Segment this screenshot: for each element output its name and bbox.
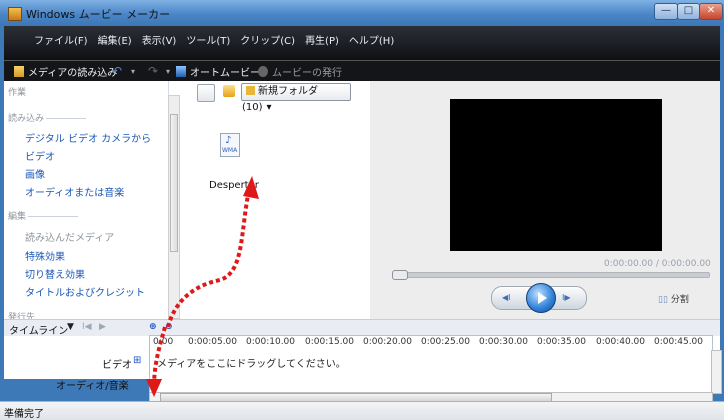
arrowhead-up-icon <box>243 176 259 199</box>
annotation-arrow-up <box>166 184 252 328</box>
movie-maker-window: Windows ムービー メーカー — □ ✕ ファイル(F) 編集(E) 表示… <box>0 0 724 420</box>
annotation-arrow-down <box>152 326 167 384</box>
status-bar: 準備完了 <box>0 401 724 420</box>
status-text: 準備完了 <box>4 409 44 420</box>
annotation-arrows <box>146 176 259 397</box>
arrowhead-down-icon <box>146 379 162 397</box>
